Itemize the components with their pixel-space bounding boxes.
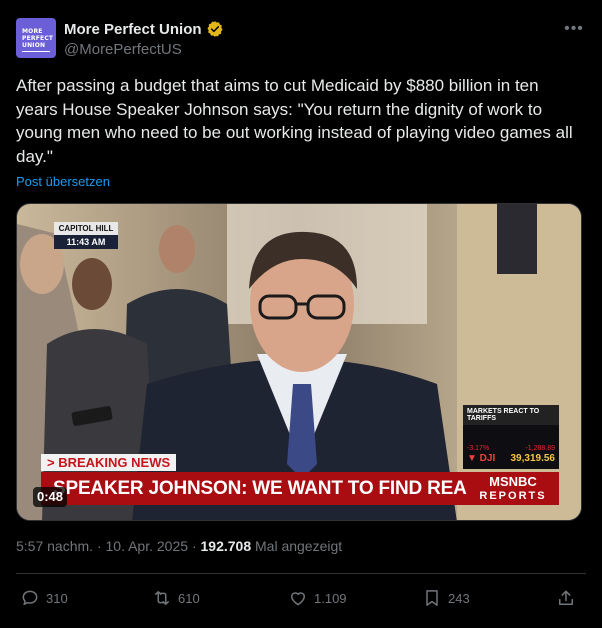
post-time[interactable]: 5:57 nachm.: [16, 538, 93, 554]
network-sub: REPORTS: [479, 490, 547, 502]
repost-icon: [155, 591, 169, 605]
like-button[interactable]: 1.109: [288, 585, 347, 611]
avatar-text-line: MORE: [22, 28, 43, 35]
translate-link[interactable]: Post übersetzen: [16, 174, 110, 189]
network-logo: MSNBC REPORTS: [467, 472, 559, 505]
divider: [16, 573, 586, 574]
market-ticker: MARKETS REACT TO TARIFFS -3.17% -1,288.8…: [463, 405, 559, 469]
share-icon: [559, 590, 573, 605]
person-mid-head: [72, 258, 112, 310]
ticker-value: 39,319.56: [510, 453, 556, 464]
chyron-headline: SPEAKER JOHNSON: WE WANT TO FIND REAL SA…: [41, 472, 467, 505]
location-badge: CAPITOL HILL 11:43 AM: [54, 222, 118, 249]
heart-icon: [291, 592, 305, 606]
reply-count: 310: [46, 590, 68, 606]
ticker-index: ▼ DJI: [467, 453, 496, 464]
ticker-title: MARKETS REACT TO TARIFFS: [463, 405, 559, 425]
views-count: 192.708: [200, 538, 252, 554]
meta-separator: ·: [96, 538, 102, 554]
person-back-head: [159, 225, 195, 273]
reply-button[interactable]: 310: [20, 585, 68, 611]
verified-badge-icon[interactable]: [206, 20, 224, 38]
avatar[interactable]: MORE PERFECT UNION: [16, 18, 56, 58]
repost-button[interactable]: 610: [152, 585, 200, 611]
name-row: More Perfect Union: [64, 20, 224, 38]
tweet-header: MORE PERFECT UNION More Perfect Union @M…: [16, 16, 586, 64]
avatar-text-line: UNION: [22, 42, 46, 49]
breaking-news-label: > BREAKING NEWS: [41, 454, 177, 471]
location-label: CAPITOL HILL: [54, 222, 118, 235]
views-label: Mal angezeigt: [255, 538, 343, 554]
account-name[interactable]: More Perfect Union: [64, 21, 202, 38]
video-player[interactable]: CAPITOL HILL 11:43 AM MARKETS REACT TO T…: [16, 203, 582, 521]
avatar-underline: [22, 50, 50, 52]
action-bar: 310 610 1.109 243: [16, 585, 586, 611]
ticker-percent: -3.17%: [467, 445, 490, 452]
network-name: MSNBC: [489, 474, 537, 489]
tweet-text: After passing a budget that aims to cut …: [16, 76, 573, 166]
video-duration: 0:48: [33, 487, 68, 507]
repost-count: 610: [178, 590, 200, 606]
share-button[interactable]: [556, 585, 576, 611]
background-panel: [497, 204, 537, 274]
bookmark-icon: [426, 590, 438, 606]
avatar-text-line: PERFECT: [22, 35, 54, 42]
like-count: 1.109: [314, 590, 347, 606]
account-handle[interactable]: @MorePerfectUS: [64, 41, 182, 58]
post-date[interactable]: 10. Apr. 2025: [106, 538, 189, 554]
more-options-icon[interactable]: •••: [562, 20, 586, 44]
meta-separator: ·: [191, 538, 197, 554]
bookmark-count: 243: [448, 590, 470, 606]
location-time: 11:43 AM: [54, 235, 118, 249]
ticker-change: -1,288.89: [525, 445, 555, 452]
bookmark-button[interactable]: 243: [422, 585, 470, 611]
reply-icon: [22, 590, 38, 605]
tweet-meta: 5:57 nachm. · 10. Apr. 2025 · 192.708 Ma…: [16, 538, 342, 554]
